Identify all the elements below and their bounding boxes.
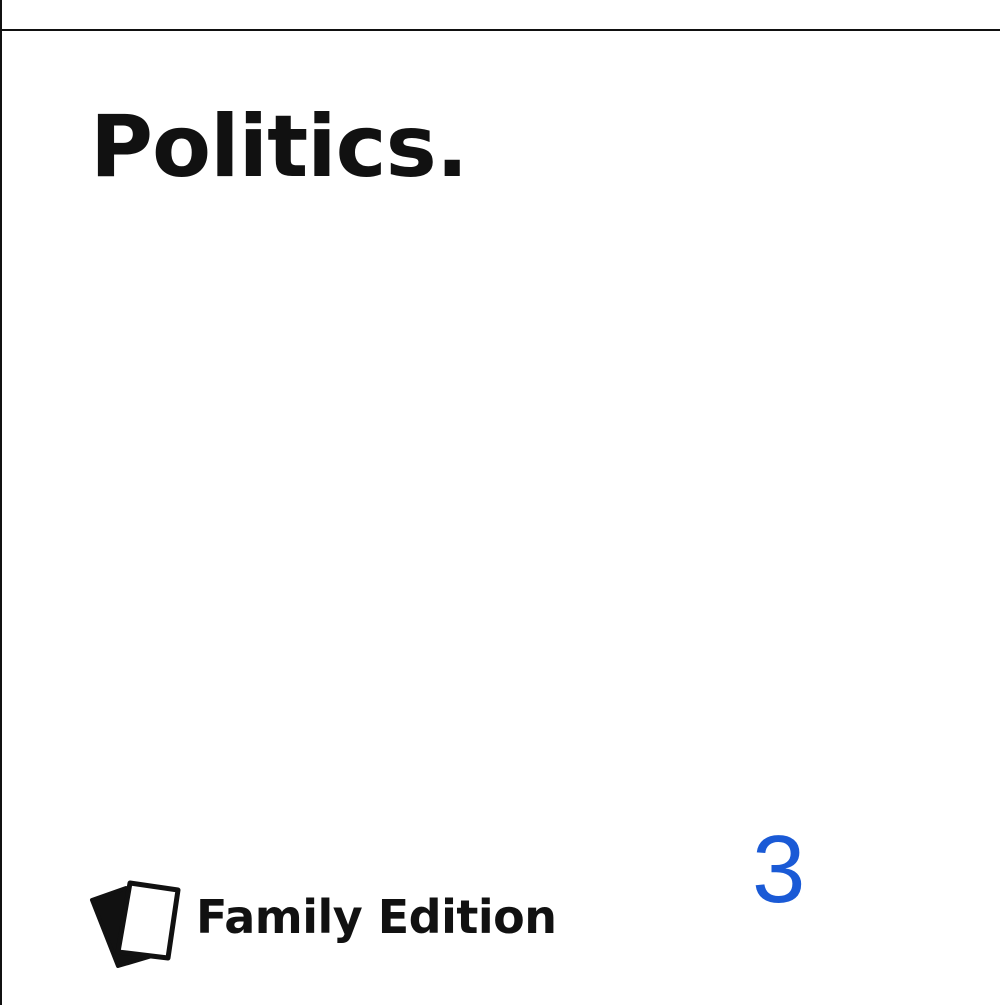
handwritten-number: 3	[752, 816, 806, 923]
card-title: Politics.	[90, 97, 468, 197]
brand-label: Family Edition	[196, 890, 557, 944]
brand-logo: Family Edition	[88, 878, 557, 968]
card-top-border	[0, 29, 1000, 31]
question-card: Politics. 3 Family Edition	[0, 0, 1000, 1005]
card-left-border	[0, 0, 2, 1005]
cards-icon	[88, 878, 184, 968]
